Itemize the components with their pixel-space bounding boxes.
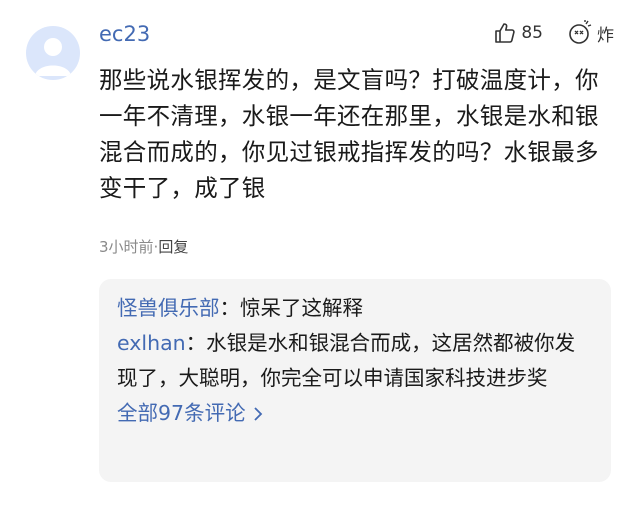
comment-text: 那些说水银挥发的，是文盲吗？打破温度计，你一年不清理，水银一年还在那里，水银是水… <box>99 66 599 202</box>
comment-username[interactable]: ec23 <box>99 22 150 46</box>
reply-item[interactable]: exlhan：水银是水和银混合而成，这居然都被你发现了，大聪明，你完全可以申请国… <box>117 326 593 396</box>
reply-item[interactable]: 怪兽俱乐部：惊呆了这解释 <box>117 291 593 326</box>
explode-icon <box>569 20 592 44</box>
reply-author[interactable]: 怪兽俱乐部 <box>117 296 220 320</box>
view-all-comments-label: 全部97条评论 <box>117 401 246 425</box>
comment-time: 3小时前 <box>99 238 154 256</box>
reply-colon: ： <box>219 296 241 320</box>
explode-button[interactable]: 炸 <box>567 20 614 46</box>
reply-colon: ： <box>185 331 207 355</box>
like-button[interactable]: 85 <box>493 21 543 45</box>
view-all-comments-link[interactable]: 全部97条评论 <box>117 396 264 431</box>
explode-label: 炸 <box>597 25 614 46</box>
comment-meta: 3小时前·回复 <box>99 236 188 257</box>
avatar-user-icon <box>35 38 71 76</box>
reply-author[interactable]: exlhan <box>117 331 186 355</box>
reply-text: 惊呆了这解释 <box>240 296 363 320</box>
replies-box: 怪兽俱乐部：惊呆了这解释 exlhan：水银是水和银混合而成，这居然都被你发现了… <box>99 279 611 482</box>
comment-actions: 85 炸 <box>493 20 614 46</box>
chevron-right-icon <box>253 406 262 421</box>
avatar[interactable] <box>26 26 80 80</box>
reply-button[interactable]: 回复 <box>158 238 188 256</box>
like-count: 85 <box>521 23 543 43</box>
thumbs-up-icon <box>495 23 516 43</box>
